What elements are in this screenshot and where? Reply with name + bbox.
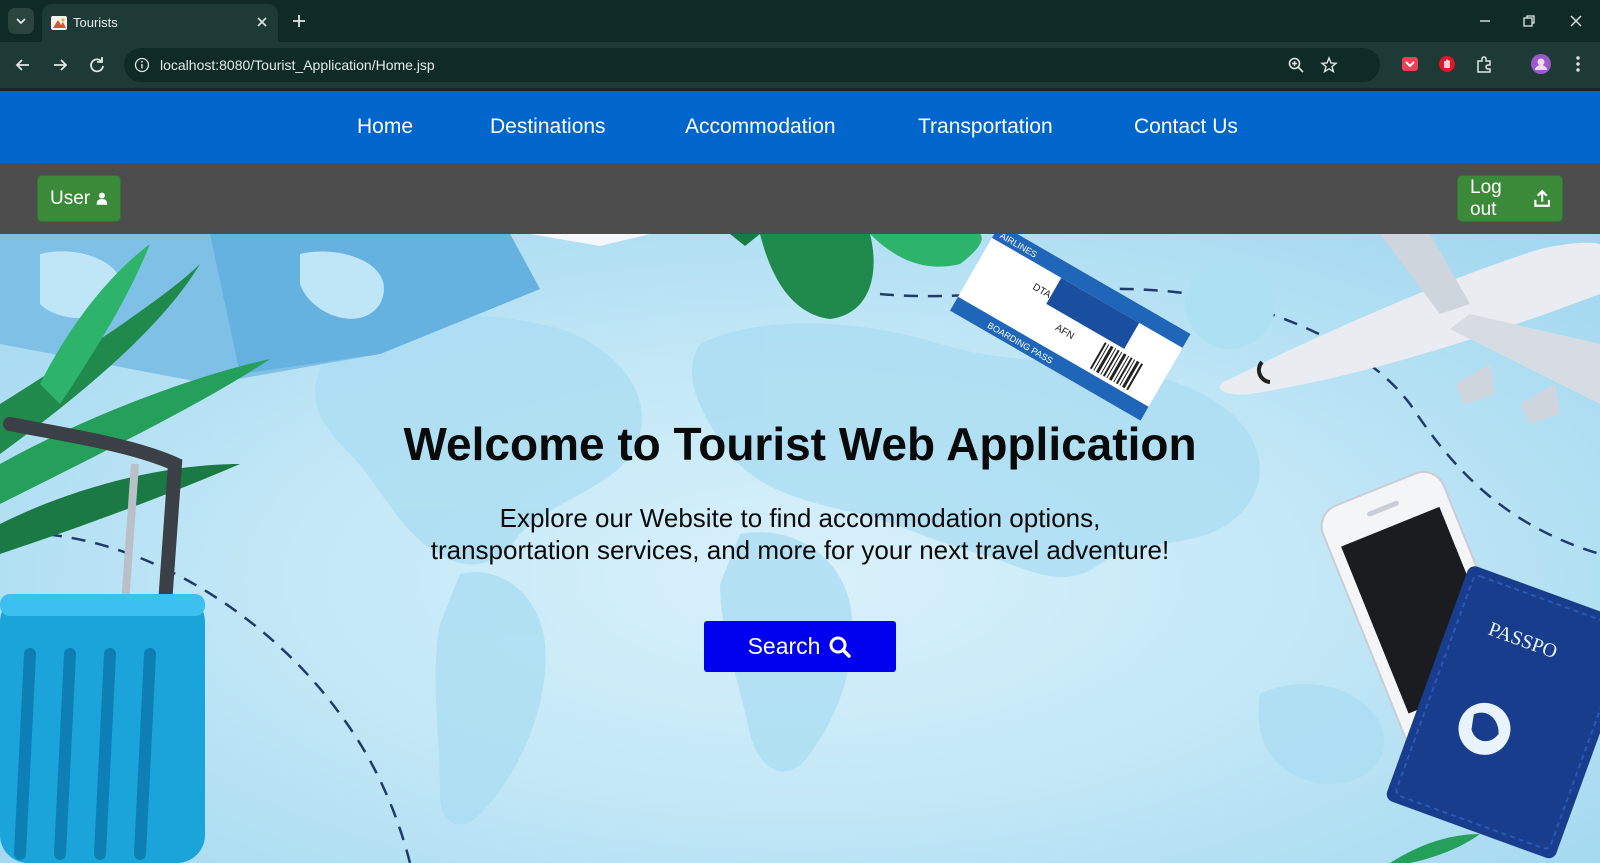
adblock-icon[interactable] xyxy=(1437,54,1457,74)
nav-destinations-link[interactable]: Destinations xyxy=(490,115,606,139)
hero-title: Welcome to Tourist Web Application xyxy=(403,418,1197,470)
zoom-icon[interactable] xyxy=(1287,56,1305,74)
tab-search-icon[interactable] xyxy=(8,8,34,34)
close-icon[interactable] xyxy=(254,14,270,30)
user-button-label: User xyxy=(50,187,91,209)
nav-accommodation-link[interactable]: Accommodation xyxy=(685,115,836,139)
window-close-icon[interactable] xyxy=(1566,11,1586,31)
site-info-icon[interactable] xyxy=(134,57,150,73)
search-button-label: Search xyxy=(747,633,821,659)
tourist-favicon-icon xyxy=(51,16,67,30)
search-icon xyxy=(829,636,852,658)
star-icon[interactable] xyxy=(1320,56,1338,74)
nav-transportation-link[interactable]: Transportation xyxy=(918,115,1053,139)
browser-tab-bar: Tourists xyxy=(0,0,1600,42)
pocket-icon[interactable] xyxy=(1400,54,1420,74)
hero-subtitle: Explore our Website to find accommodatio… xyxy=(380,502,1220,566)
user-bar: User Log out xyxy=(0,163,1600,234)
menu-icon[interactable] xyxy=(1570,54,1586,74)
nav-contact-link[interactable]: Contact Us xyxy=(1134,115,1238,139)
address-bar[interactable]: localhost:8080/Tourist_Application/Home.… xyxy=(124,48,1380,82)
main-navbar: Home Destinations Accommodation Transpor… xyxy=(0,91,1600,163)
nav-home-link[interactable]: Home xyxy=(357,115,413,139)
hero-subtitle-line1: Explore our Website to find accommodatio… xyxy=(499,503,1101,533)
plus-icon[interactable] xyxy=(290,12,308,30)
profile-avatar-icon[interactable] xyxy=(1530,53,1552,75)
reload-icon[interactable] xyxy=(86,54,108,76)
user-button[interactable]: User xyxy=(37,175,121,222)
restore-icon[interactable] xyxy=(1519,11,1539,31)
minimize-icon[interactable] xyxy=(1475,11,1495,31)
extensions-icon[interactable] xyxy=(1474,54,1494,74)
logout-button-label: Log out xyxy=(1470,176,1502,220)
search-button[interactable]: Search xyxy=(704,621,896,672)
browser-toolbar: localhost:8080/Tourist_Application/Home.… xyxy=(0,42,1600,88)
browser-tab[interactable]: Tourists xyxy=(42,4,278,42)
back-icon[interactable] xyxy=(12,54,34,76)
url-text: localhost:8080/Tourist_Application/Home.… xyxy=(160,57,435,73)
logout-button[interactable]: Log out xyxy=(1457,175,1563,222)
forward-icon[interactable] xyxy=(49,54,71,76)
tab-title: Tourists xyxy=(73,15,118,30)
hero-subtitle-line2: transportation services, and more for yo… xyxy=(430,535,1170,565)
logout-icon xyxy=(1533,189,1550,207)
user-icon xyxy=(96,192,108,205)
hero-section: AIRLINES BOARDING PASS AFN DTA PASSPO We… xyxy=(0,234,1600,863)
